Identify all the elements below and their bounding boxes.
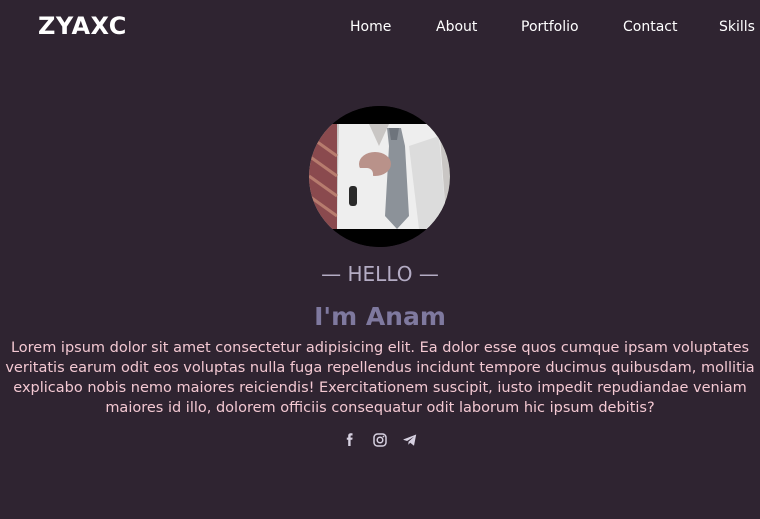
nav-link-about[interactable]: About — [436, 19, 477, 35]
social-links — [0, 432, 760, 450]
profile-avatar — [309, 106, 450, 247]
facebook-icon[interactable] — [342, 432, 358, 448]
site-logo[interactable]: ZYAXC — [38, 12, 127, 40]
nav-link-contact[interactable]: Contact — [623, 19, 677, 35]
greeting-text: — HELLO — — [321, 262, 439, 286]
hero-bio: Lorem ipsum dolor sit amet consectetur a… — [5, 340, 755, 416]
nav-link-skills[interactable]: Skills — [719, 19, 755, 35]
nav-link-home[interactable]: Home — [350, 19, 391, 35]
telegram-icon[interactable] — [402, 432, 418, 448]
profile-photo — [309, 106, 450, 247]
navbar: ZYAXC Home About Portfolio Contact Skill… — [0, 0, 760, 56]
nav-link-portfolio[interactable]: Portfolio — [521, 19, 579, 35]
hero-name: I'm Anam — [314, 302, 446, 331]
instagram-icon[interactable] — [372, 432, 388, 448]
